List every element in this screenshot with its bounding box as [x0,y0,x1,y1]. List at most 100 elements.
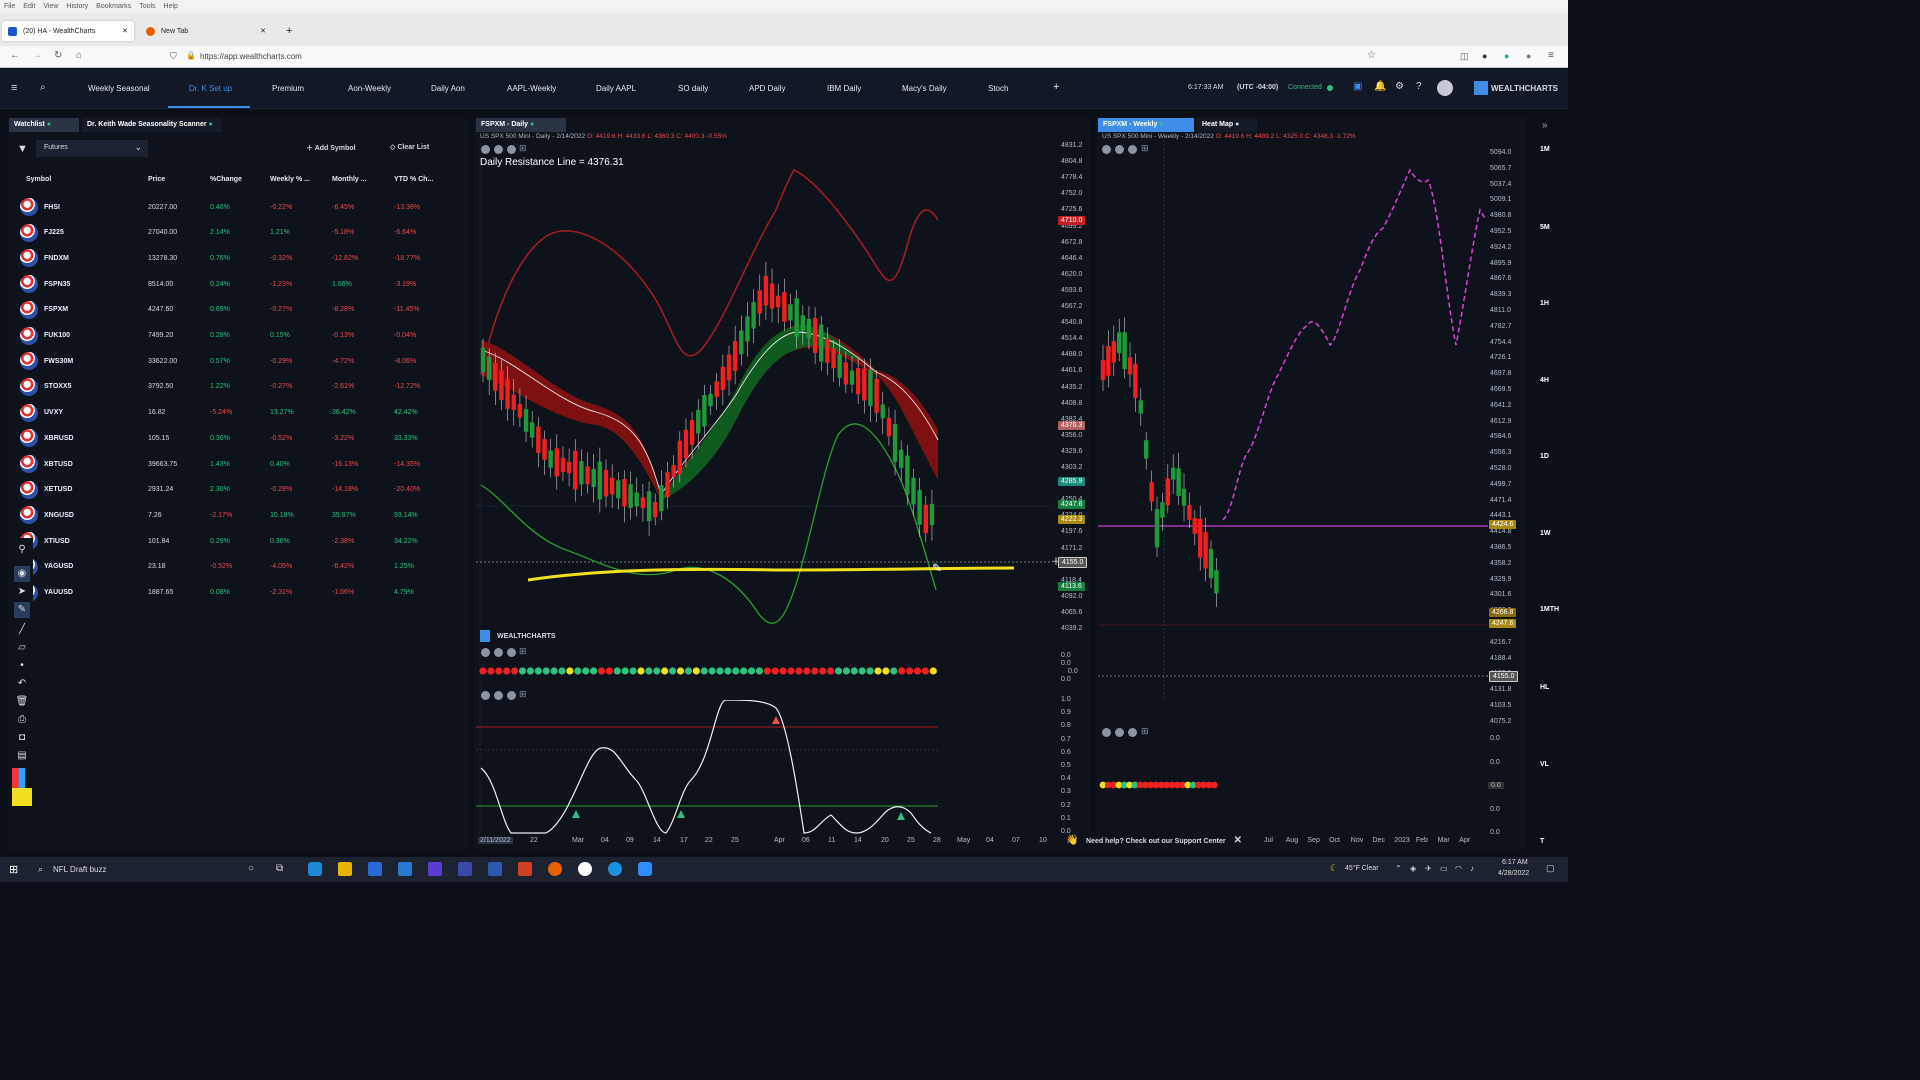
tray-icon[interactable]: ◈ [1410,864,1416,873]
eye-icon[interactable]: ◉ [14,566,30,582]
table-row[interactable]: XTIUSD 101.84 0.29% 0.36% -2.38% 34.22% [20,529,450,553]
menu-item[interactable]: Help [164,3,178,10]
avatar[interactable] [1437,80,1453,96]
close-icon[interactable]: ✕ [260,27,266,35]
expand-icon[interactable]: ⊞ [1141,726,1149,737]
pocket-icon[interactable]: ◫ [1460,51,1469,62]
close-icon[interactable] [507,691,516,700]
tab-fspxm-daily[interactable]: FSPXM - Daily ● [476,118,566,132]
table-row[interactable]: XBTUSD 39663.75 1.43% 0.40% -16.13% -14.35% [20,452,450,476]
search-icon[interactable]: ⌕ [40,82,46,93]
browser-tab-active[interactable]: (20) HA - WealthCharts ✕ [2,21,134,41]
column-header[interactable]: YTD % Ch... [394,176,433,183]
taskbar-date[interactable]: 4/28/2022 [1498,870,1529,877]
add-tab-button[interactable]: + [1053,81,1059,93]
close-icon[interactable]: ✕ [122,27,128,35]
column-header[interactable]: %Change [210,176,242,183]
column-header[interactable]: Monthly ... [332,176,367,183]
file-explorer-icon[interactable] [338,862,352,876]
menu-item[interactable]: History [66,3,88,10]
table-row[interactable]: XNGUSD 7.26 -2.17% 10.18% 35.87% 93.14% [20,503,450,527]
tray-icon[interactable]: ✈ [1425,864,1432,873]
mail-icon[interactable] [398,862,412,876]
app-icon[interactable] [458,862,472,876]
reload-icon[interactable]: ↻ [54,50,62,61]
store-icon[interactable] [368,862,382,876]
edge-icon[interactable] [308,862,322,876]
nav-tab[interactable]: Daily AAPL [596,84,636,93]
app-icon[interactable] [578,862,592,876]
undo-icon[interactable]: ↶ [14,676,30,692]
notification-icon[interactable]: ▢ [1546,863,1555,874]
nav-tab[interactable]: Dr. K Set up [189,84,232,93]
chevron-right-icon[interactable]: » [1542,120,1548,131]
table-row[interactable]: FNDXM 13278.30 0.76% -0.32% -12.82% -18.77% [20,246,450,270]
windows-start-icon[interactable]: ⊞ [9,863,18,876]
tab-seasonality-scanner[interactable]: Dr. Keith Wade Seasonality Scanner ● [82,118,222,132]
table-row[interactable]: UVXY 16.82 -5.24% 13.27% 36.42% 42.42% [20,401,450,425]
lock-icon[interactable]: 🔒 [186,51,196,60]
menu-item[interactable]: Edit [23,3,35,10]
app-icon[interactable] [518,862,532,876]
timeframe-button[interactable]: VL [1540,761,1549,768]
tab-watchlist[interactable]: Watchlist ● [9,118,79,132]
search-icon[interactable]: ⌕ [38,864,43,875]
column-header[interactable]: Price [148,176,165,183]
timeframe-button[interactable]: 1H [1540,300,1549,307]
word-icon[interactable] [488,862,502,876]
tab-fspxm-weekly[interactable]: FSPXM - Weekly ● [1098,118,1194,132]
pin-icon[interactable]: ⚲ [14,542,30,558]
print-icon[interactable]: ⎙ [14,712,30,728]
timeframe-button[interactable]: 1W [1540,530,1551,537]
settings-icon[interactable] [481,691,490,700]
timeframe-button[interactable]: 1D [1540,453,1549,460]
nav-tab[interactable]: APD Daily [749,84,785,93]
table-row[interactable]: YAGUSD 23.18 -0.52% -4.05% -6.42% 1.25% [20,555,450,579]
nav-tab[interactable]: IBM Daily [827,84,861,93]
table-row[interactable]: FSPN35 8514.00 0.24% -1.23% 1.66% -3.19% [20,272,450,296]
collapse-icon[interactable] [494,691,503,700]
table-row[interactable]: XETUSD 2931.24 2.30% -0.28% -14.18% -20.40% [20,478,450,502]
back-icon[interactable]: ← [10,50,20,61]
column-header[interactable]: Symbol [26,176,51,183]
collapse-icon[interactable] [1115,728,1124,737]
timeframe-button[interactable]: HL [1540,684,1549,691]
star-icon[interactable]: ☆ [1367,50,1376,61]
new-tab-button[interactable]: + [280,21,296,41]
filter-icon[interactable]: ▼ [17,143,28,155]
cortana-icon[interactable]: ○ [248,863,254,874]
timezone[interactable]: (UTC -04:00) [1237,84,1278,91]
ruler-icon[interactable]: ▱ [14,640,30,656]
menu-item[interactable]: View [43,3,58,10]
trash-icon[interactable]: 🗑 [14,694,30,710]
url-input[interactable]: https://app.wealthcharts.com [200,52,302,61]
timeframe-button[interactable]: T [1540,838,1544,845]
table-row[interactable]: FHSI 20227.00 0.46% -0.22% -6.45% -13.38% [20,195,450,219]
table-row[interactable]: XBRUSD 105.15 0.36% -0.52% -3.22% 33.33% [20,426,450,450]
help-icon[interactable]: ? [1416,81,1422,92]
camera-icon[interactable]: ◘ [14,730,30,746]
menu-item[interactable]: File [4,3,15,10]
browser-tab-newtab[interactable]: New Tab ✕ [140,21,272,41]
skype-icon[interactable] [608,862,622,876]
nav-tab[interactable]: AAPL-Weekly [507,84,556,93]
nav-tab[interactable]: Macy's Daily [902,84,947,93]
extension-icon[interactable]: ● [1526,51,1531,61]
expand-icon[interactable]: ⊞ [519,689,527,700]
save-icon[interactable]: ▣ [1353,81,1362,92]
menu-icon[interactable]: ≡ [1548,50,1554,61]
table-row[interactable]: FWS30M 33622.00 0.57% -0.29% -4.72% -8.06% [20,349,450,373]
bell-icon[interactable]: 🔔 [1374,81,1386,92]
firefox-icon[interactable] [548,862,562,876]
shield-icon[interactable]: ⛉ [170,51,177,62]
add-symbol-button[interactable]: ＋ Add Symbol [306,143,356,153]
expand-icon[interactable]: ⊞ [519,646,527,657]
table-row[interactable]: FJ225 27040.00 2.14% 1.21% -5.18% -6.64% [20,221,450,245]
close-icon[interactable] [1128,728,1137,737]
timeframe-button[interactable]: 5M [1540,224,1550,231]
timeframe-button[interactable]: 4H [1540,377,1549,384]
collapse-icon[interactable] [494,648,503,657]
forward-icon[interactable]: → [32,50,42,61]
cursor-icon[interactable]: ➤ [14,584,30,600]
nav-tab[interactable]: SO daily [678,84,708,93]
